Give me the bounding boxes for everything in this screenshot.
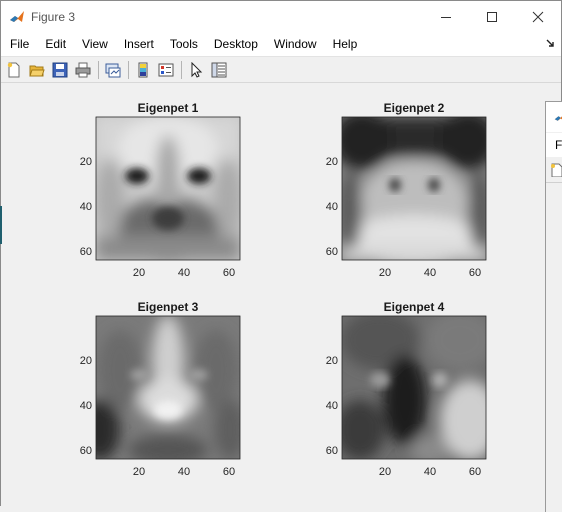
subplot-2-title: Eigenpet 2 <box>384 101 445 115</box>
y-tick-label: 20 <box>80 355 92 367</box>
subplot-4-title: Eigenpet 4 <box>384 300 445 314</box>
eigenface-image-1 <box>96 117 240 260</box>
y-tick-label: 60 <box>80 246 92 258</box>
y-tick-label: 60 <box>80 445 92 457</box>
subplot-1[interactable]: Eigenpet 1 20 40 60 20 40 60 <box>80 101 242 279</box>
y-tick-label: 40 <box>80 201 92 213</box>
y-tick-label: 60 <box>326 246 338 258</box>
x-tick-label: 60 <box>223 267 235 279</box>
y-tick-label: 40 <box>80 400 92 412</box>
x-tick-label: 20 <box>133 267 145 279</box>
eigenface-image-2 <box>342 117 486 260</box>
x-tick-label: 40 <box>178 267 190 279</box>
x-tick-label: 60 <box>223 466 235 478</box>
subplot-3-title: Eigenpet 3 <box>138 300 199 314</box>
y-tick-label: 40 <box>326 201 338 213</box>
y-tick-label: 20 <box>80 156 92 168</box>
x-tick-label: 60 <box>469 267 481 279</box>
subplot-3[interactable]: Eigenpet 3 20 40 60 20 40 60 <box>80 300 246 478</box>
y-tick-label: 40 <box>326 400 338 412</box>
eigenface-image-3 <box>96 316 240 459</box>
x-tick-label: 40 <box>424 267 436 279</box>
x-tick-label: 20 <box>379 466 391 478</box>
x-tick-label: 40 <box>424 466 436 478</box>
x-tick-label: 20 <box>379 267 391 279</box>
x-tick-label: 20 <box>133 466 145 478</box>
subplot-2[interactable]: Eigenpet 2 20 40 60 20 40 60 <box>326 101 498 279</box>
x-tick-label: 40 <box>178 466 190 478</box>
y-tick-label: 20 <box>326 355 338 367</box>
y-tick-label: 60 <box>326 445 338 457</box>
eigenface-image-4 <box>342 316 486 459</box>
x-tick-label: 60 <box>469 466 481 478</box>
subplot-4[interactable]: Eigenpet 4 20 40 60 20 40 60 <box>326 300 500 478</box>
y-tick-label: 20 <box>326 156 338 168</box>
subplot-1-title: Eigenpet 1 <box>138 101 199 115</box>
subplot-layer: Eigenpet 1 20 40 60 20 40 60 Eigenpet 2 … <box>80 101 500 478</box>
